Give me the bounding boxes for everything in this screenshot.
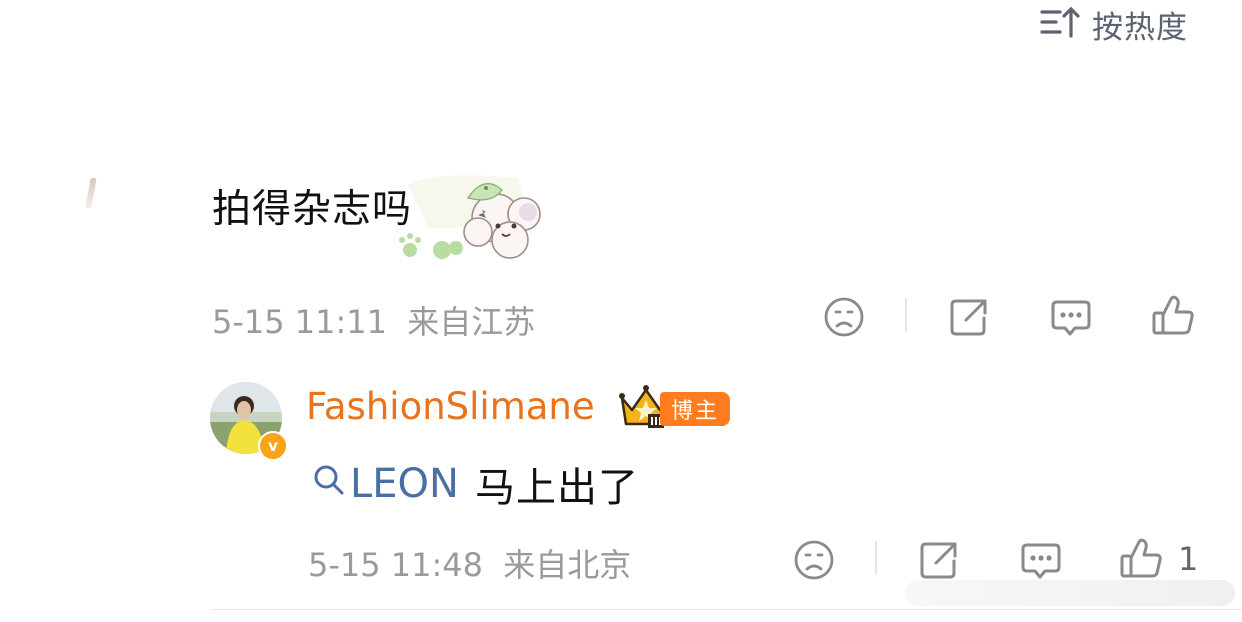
reply-reply-button[interactable] bbox=[1017, 536, 1065, 584]
action-divider bbox=[905, 298, 907, 332]
verified-badge: v bbox=[258, 431, 288, 461]
reply-meta: 5-15 11:48 来自北京 bbox=[308, 540, 631, 586]
action-divider bbox=[875, 541, 877, 575]
comment-text: 拍得杂志吗 bbox=[212, 187, 413, 232]
dislike-icon bbox=[823, 296, 865, 338]
cropped-avatar-edge bbox=[85, 178, 97, 208]
search-icon bbox=[312, 461, 346, 507]
divider-line bbox=[210, 609, 1242, 610]
reply-icon bbox=[1049, 296, 1093, 338]
sort-icon bbox=[1040, 5, 1080, 43]
reply-icon bbox=[1019, 539, 1063, 581]
reply-button[interactable] bbox=[1047, 293, 1095, 341]
comment-meta: 5-15 11:11 来自江苏 bbox=[212, 297, 535, 343]
sort-by-popularity-button[interactable]: 按热度 bbox=[1040, 4, 1188, 46]
faint-overlay bbox=[905, 580, 1235, 606]
like-count: 1 bbox=[1178, 540, 1199, 578]
dislike-button[interactable] bbox=[820, 293, 868, 341]
comment-timestamp: 5-15 11:11 bbox=[212, 303, 388, 341]
dislike-icon bbox=[793, 539, 835, 581]
sort-label: 按热度 bbox=[1092, 9, 1188, 46]
blogger-badge: 博主 bbox=[660, 392, 730, 426]
reply-content: LEON 马上出了 bbox=[312, 455, 639, 513]
reply-like-button[interactable]: 1 bbox=[1118, 534, 1208, 584]
comment-location: 来自江苏 bbox=[407, 303, 536, 341]
reply-timestamp: 5-15 11:48 bbox=[308, 546, 484, 584]
share-icon bbox=[948, 296, 990, 338]
reply-text: 马上出了 bbox=[474, 465, 639, 511]
reply-location: 来自北京 bbox=[503, 546, 632, 584]
reply-dislike-button[interactable] bbox=[790, 536, 838, 584]
username[interactable]: FashionSlimane bbox=[306, 385, 595, 428]
like-button[interactable] bbox=[1148, 291, 1198, 341]
share-button[interactable] bbox=[945, 293, 993, 341]
reply-share-button[interactable] bbox=[915, 536, 963, 584]
like-icon bbox=[1118, 536, 1164, 582]
like-icon bbox=[1150, 293, 1196, 339]
share-icon bbox=[918, 539, 960, 581]
search-link-text: LEON bbox=[350, 461, 459, 507]
cartoon-sticker bbox=[398, 170, 548, 265]
search-link[interactable]: LEON bbox=[312, 461, 459, 507]
